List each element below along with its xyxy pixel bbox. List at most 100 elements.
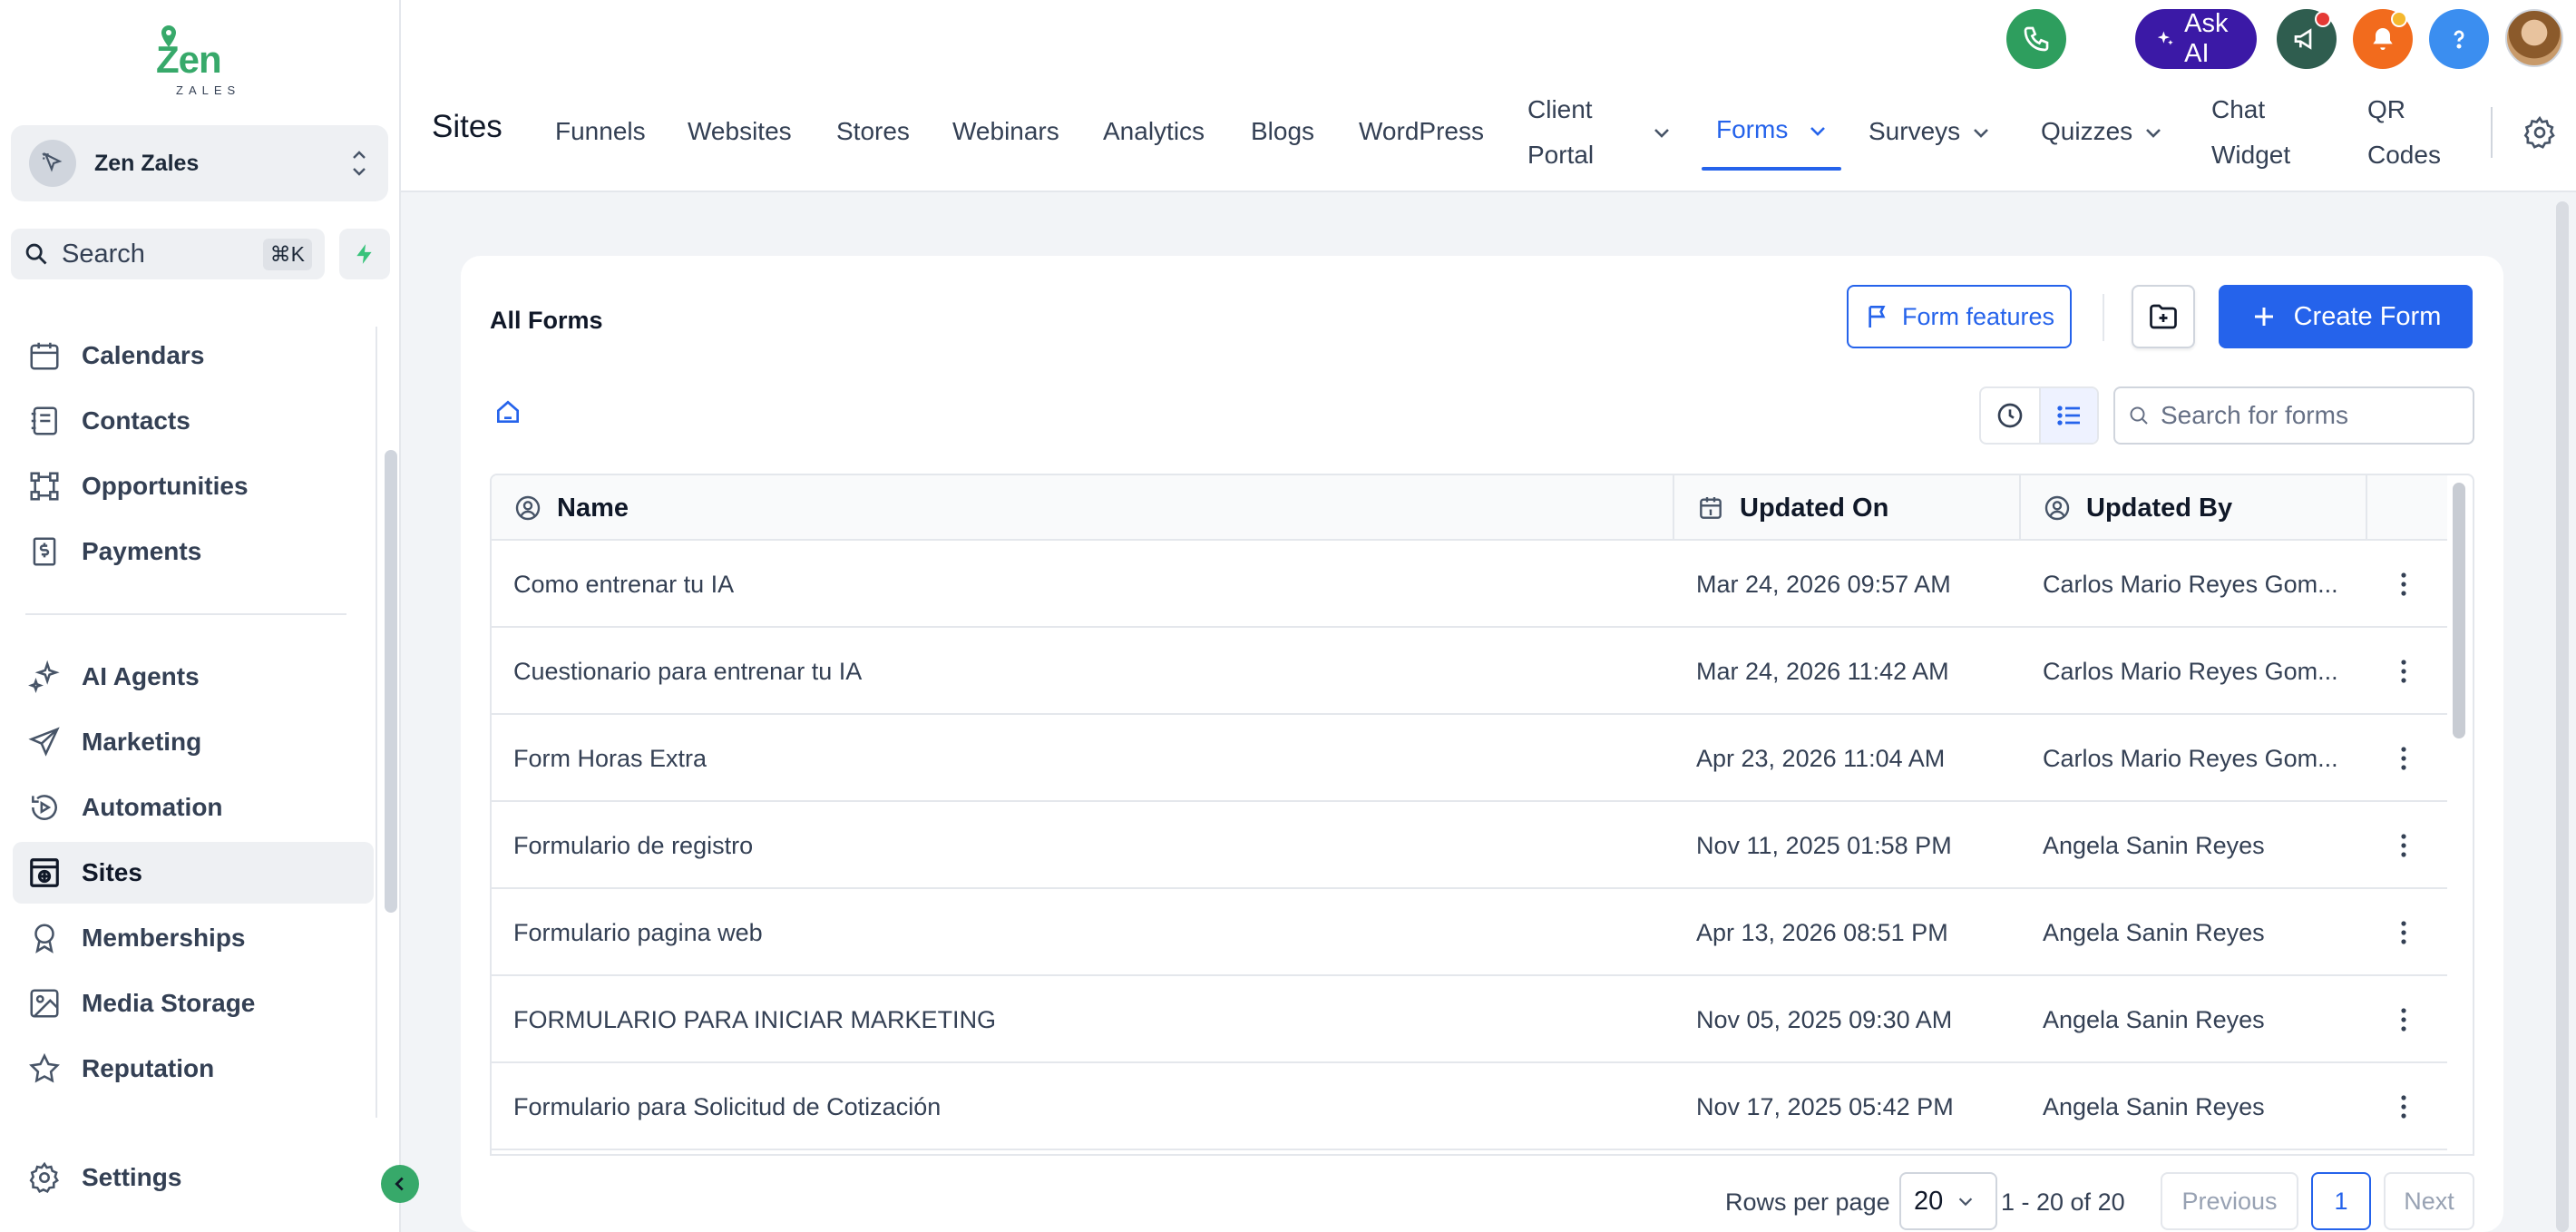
- row-actions-button[interactable]: [2387, 1090, 2420, 1123]
- tab-stores[interactable]: Stores: [836, 109, 910, 154]
- list-view-button[interactable]: [2038, 388, 2097, 443]
- form-name[interactable]: Formulario pagina web: [513, 889, 1656, 976]
- table-scroll-thumb[interactable]: [2453, 483, 2465, 738]
- tab-wordpress[interactable]: WordPress: [1359, 109, 1484, 154]
- more-vertical-icon: [2401, 660, 2406, 683]
- tab-chat-widget[interactable]: Chat Widget: [2211, 87, 2290, 178]
- row-actions-button[interactable]: [2387, 742, 2420, 775]
- tab-funnels[interactable]: Funnels: [555, 109, 646, 154]
- previous-page-button[interactable]: Previous: [2161, 1172, 2298, 1230]
- pagination: Rows per page 20 1 - 20 of 20 Previous 1…: [461, 1172, 2503, 1232]
- table-row[interactable]: Formulario de registro Nov 11, 2025 01:5…: [492, 802, 2447, 889]
- user-circle-icon: [2044, 495, 2070, 521]
- sites-icon: [30, 858, 59, 887]
- row-actions-button[interactable]: [2387, 916, 2420, 949]
- pagination-range: 1 - 20 of 20: [2001, 1188, 2125, 1216]
- sidebar-item-memberships[interactable]: Memberships: [13, 907, 374, 969]
- sidebar-item-reputation[interactable]: Reputation: [13, 1038, 374, 1100]
- sidebar-scroll-thumb[interactable]: [385, 450, 397, 913]
- tab-client-portal[interactable]: Client Portal: [1527, 87, 1594, 178]
- form-name[interactable]: Cuestionario para entrenar tu IA: [513, 628, 1656, 715]
- ask-ai-button[interactable]: Ask AI: [2134, 9, 2257, 69]
- cursor-icon: [42, 152, 63, 172]
- form-features-button[interactable]: Form features: [1847, 285, 2072, 348]
- row-actions-button[interactable]: [2387, 1003, 2420, 1036]
- recent-view-button[interactable]: [1981, 388, 2039, 443]
- sidebar-item-calendars[interactable]: Calendars: [13, 325, 374, 386]
- table-row[interactable]: FORMULARIO PARA INICIAR MARKETING Nov 05…: [492, 976, 2447, 1063]
- table-row[interactable]: Como entrenar tu IA Mar 24, 2026 09:57 A…: [492, 541, 2447, 628]
- tab-surveys[interactable]: Surveys: [1869, 109, 1960, 154]
- column-header-actions: [2367, 475, 2447, 541]
- table-row[interactable]: Cuestionario para entrenar tu IA Mar 24,…: [492, 628, 2447, 715]
- tab-quizzes[interactable]: Quizzes: [2041, 109, 2132, 154]
- sidebar-item-label: Sites: [82, 858, 142, 886]
- header-divider: [2491, 107, 2493, 158]
- tab-webinars[interactable]: Webinars: [952, 109, 1059, 154]
- image-icon: [30, 989, 59, 1018]
- sidebar-item-marketing[interactable]: Marketing: [13, 711, 374, 773]
- sparkles-icon: [28, 660, 60, 693]
- row-actions-button[interactable]: [2387, 655, 2420, 688]
- sidebar-item-settings[interactable]: Settings: [13, 1147, 374, 1208]
- tab-forms[interactable]: Forms: [1716, 107, 1788, 152]
- notifications-button[interactable]: [2353, 9, 2413, 69]
- table-row[interactable]: Form Horas Extra Apr 23, 2026 11:04 AM C…: [492, 715, 2447, 802]
- chevron-down-icon[interactable]: [2142, 122, 2164, 143]
- sidebar-item-sites[interactable]: Sites: [13, 842, 374, 904]
- sidebar-item-ai-agents[interactable]: AI Agents: [13, 646, 374, 708]
- form-name[interactable]: Como entrenar tu IA: [513, 541, 1656, 628]
- table-row[interactable]: Formulario para Solicitud de Cotización …: [492, 1063, 2447, 1150]
- tab-label-line: Codes: [2367, 141, 2441, 169]
- next-page-button[interactable]: Next: [2384, 1172, 2474, 1230]
- user-avatar[interactable]: [2505, 9, 2563, 67]
- column-header-label: Updated By: [2086, 493, 2233, 523]
- create-form-button[interactable]: Create Form: [2219, 285, 2473, 348]
- sidebar-item-contacts[interactable]: Contacts: [13, 390, 374, 452]
- sidebar-scrollbar[interactable]: [376, 327, 401, 1118]
- column-header-name[interactable]: Name: [492, 475, 1674, 541]
- column-header-updated-by[interactable]: Updated By: [2021, 475, 2367, 541]
- sidebar-item-payments[interactable]: Payments: [13, 521, 374, 582]
- sidebar-item-media-storage[interactable]: Media Storage: [13, 973, 374, 1034]
- sidebar-item-automation[interactable]: Automation: [13, 777, 374, 838]
- forms-search[interactable]: [2113, 386, 2474, 445]
- table-scrollbar[interactable]: [2449, 479, 2469, 1154]
- collapse-sidebar-button[interactable]: [381, 1165, 419, 1203]
- tab-websites[interactable]: Websites: [688, 109, 792, 154]
- form-name[interactable]: Formulario de registro: [513, 802, 1656, 889]
- form-name[interactable]: FORMULARIO PARA INICIAR MARKETING: [513, 976, 1656, 1063]
- star-icon: [29, 1052, 60, 1083]
- rows-per-page-select[interactable]: 20: [1899, 1172, 1997, 1230]
- help-button[interactable]: [2429, 9, 2489, 69]
- main-scrollbar[interactable]: [2556, 201, 2569, 1232]
- tab-qr-codes[interactable]: QR Codes: [2367, 87, 2441, 178]
- chevron-down-icon[interactable]: [1651, 122, 1673, 143]
- form-name[interactable]: Formulario para Solicitud de Cotización: [513, 1063, 1656, 1150]
- chevron-down-icon[interactable]: [1970, 122, 1992, 143]
- notification-dot: [2315, 11, 2331, 27]
- row-actions-button[interactable]: [2387, 568, 2420, 601]
- sidebar-item-opportunities[interactable]: Opportunities: [13, 455, 374, 517]
- tab-analytics[interactable]: Analytics: [1103, 109, 1205, 154]
- notification-dot: [2391, 11, 2407, 27]
- form-name[interactable]: Form Horas Extra: [513, 715, 1656, 802]
- search-forms-input[interactable]: [2161, 401, 2460, 430]
- current-page-button[interactable]: 1: [2311, 1172, 2371, 1230]
- home-icon[interactable]: [493, 397, 522, 426]
- announcements-button[interactable]: [2277, 9, 2337, 69]
- brand-logo[interactable]: Zen ZALES: [152, 22, 243, 100]
- chevron-down-icon[interactable]: [1807, 120, 1829, 142]
- tab-blogs[interactable]: Blogs: [1251, 109, 1314, 154]
- phone-button[interactable]: [2006, 9, 2066, 69]
- main-scroll-thumb[interactable]: [2556, 201, 2569, 1232]
- row-actions-button[interactable]: [2387, 829, 2420, 862]
- column-header-updated-on[interactable]: Updated On: [1674, 475, 2021, 541]
- table-row[interactable]: Formulario pagina web Apr 13, 2026 08:51…: [492, 889, 2447, 976]
- calendar-icon: [1700, 497, 1722, 519]
- new-folder-button[interactable]: [2132, 285, 2195, 348]
- quick-actions-button[interactable]: [339, 229, 390, 279]
- gear-icon[interactable]: [2522, 114, 2558, 151]
- global-search[interactable]: Search ⌘K: [11, 229, 325, 279]
- account-switcher[interactable]: Zen Zales: [11, 125, 388, 201]
